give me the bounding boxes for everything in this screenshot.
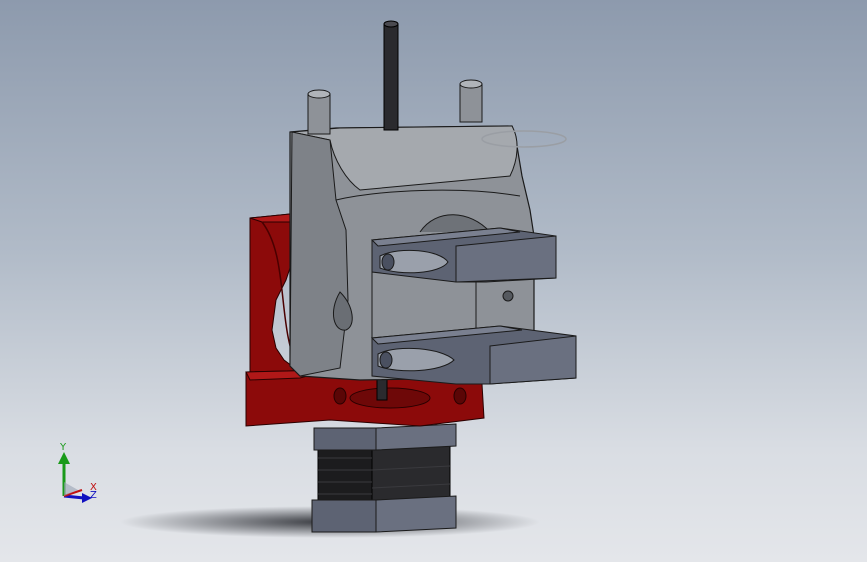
coordinate-triad: Y X Z: [48, 438, 108, 508]
triad-y-label: Y: [60, 442, 67, 453]
extruder-assembly-model: [120, 20, 577, 538]
drive-shaft: [376, 377, 388, 401]
guide-post-right: [459, 79, 483, 123]
guide-post-left: [307, 89, 331, 135]
filament-rod: [383, 20, 399, 131]
triad-arrows: [58, 452, 92, 503]
triad-z-label: Z: [90, 490, 97, 501]
lower-slate-bracket[interactable]: [370, 325, 577, 385]
stepper-motor[interactable]: [311, 423, 457, 533]
cad-viewport[interactable]: [0, 0, 867, 562]
